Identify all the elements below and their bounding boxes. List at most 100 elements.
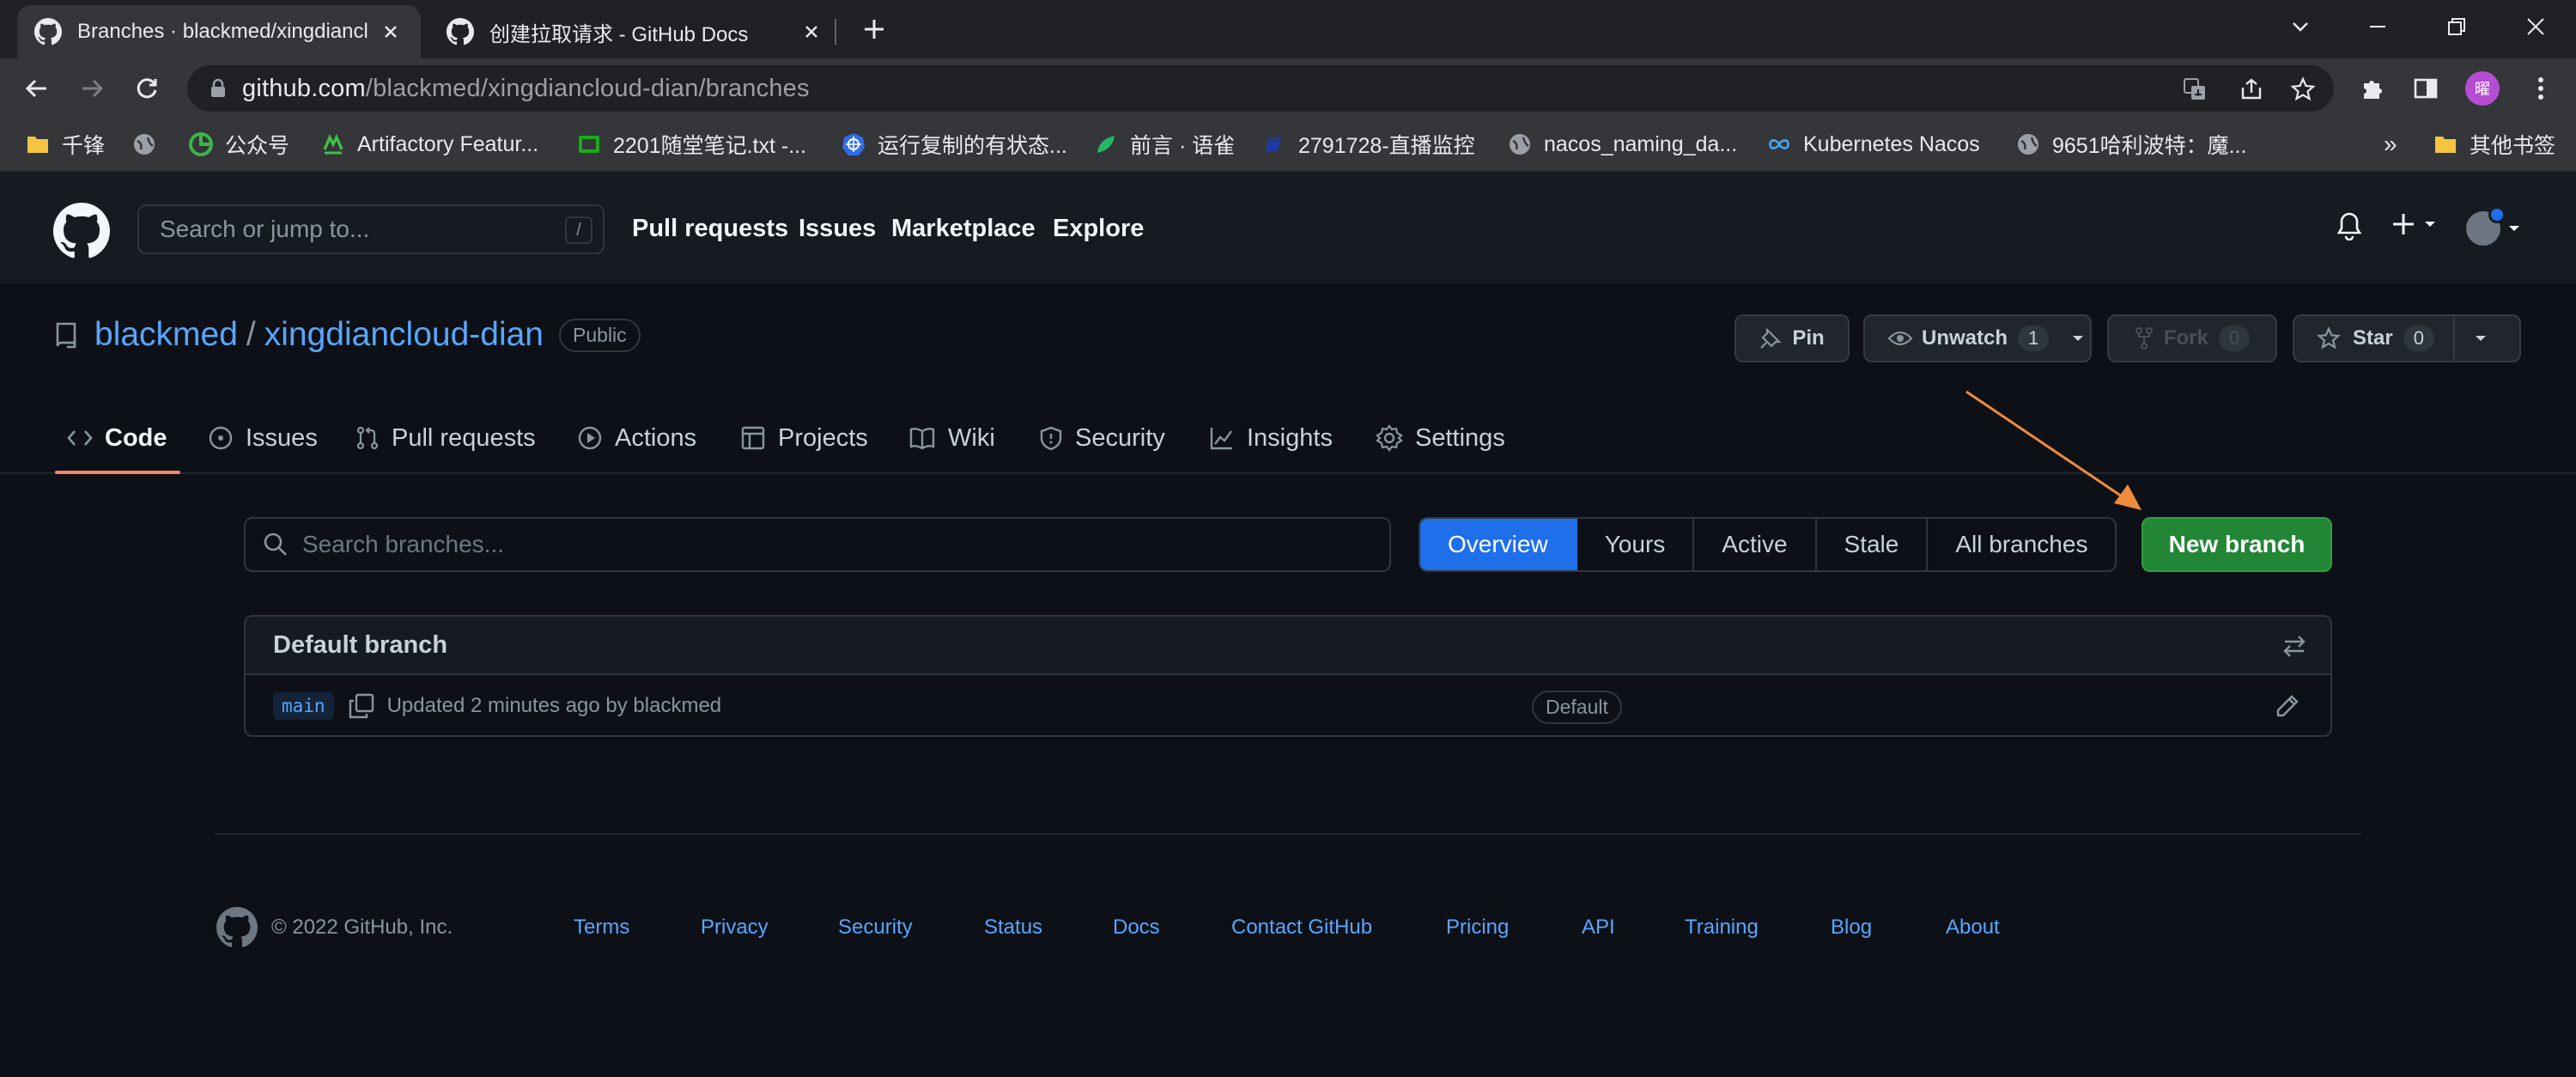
unwatch-main[interactable]: Unwatch 1 [1865, 316, 2068, 361]
branch-row: main Updated 2 minutes ago by blackmed D… [246, 675, 2330, 735]
new-tab-button[interactable] [857, 12, 891, 46]
footer-link-terms[interactable]: Terms [574, 916, 629, 940]
bookmark-label: Kubernetes Nacos [1803, 131, 1980, 156]
bookmark-qianfeng[interactable]: 千锋 [26, 127, 105, 161]
bookmark-gongzhonghao[interactable]: 公众号 [189, 127, 289, 161]
filter-active[interactable]: Active [1694, 519, 1817, 570]
tab-label: Security [1075, 423, 1165, 452]
bookmark-yuque[interactable]: 前言 · 语雀 [1094, 127, 1235, 161]
chevron-down-icon [2509, 226, 2519, 231]
bookmark-nacos-naming[interactable]: nacos_naming_da... [1508, 127, 1737, 161]
github-favicon-icon [447, 18, 474, 46]
browser-tab-github-docs[interactable]: 创建拉取请求 - GitHub Docs [429, 5, 841, 58]
branch-name-link[interactable]: main [273, 692, 334, 720]
nav-explore[interactable]: Explore [1053, 215, 1144, 243]
extensions-puzzle-icon[interactable] [2354, 70, 2391, 106]
tab-insights[interactable]: Insights [1209, 419, 1333, 457]
more-bookmarks-button[interactable]: » [2384, 127, 2397, 161]
graph-icon [1210, 428, 1232, 450]
tab-issues[interactable]: Issues [208, 419, 318, 457]
filter-all-branches[interactable]: All branches [1928, 519, 2115, 570]
nav-marketplace[interactable]: Marketplace [891, 215, 1036, 243]
footer-link-training[interactable]: Training [1685, 916, 1759, 940]
forward-arrow-icon[interactable] [72, 69, 112, 108]
create-new-plus-icon[interactable] [2391, 211, 2437, 237]
bookmark-label: 2791728-直播监控 [1298, 134, 1475, 158]
back-arrow-icon[interactable] [17, 69, 57, 108]
bookmark-note[interactable]: 2201随堂笔记.txt -... [577, 127, 806, 161]
notifications-bell-icon[interactable] [2336, 211, 2363, 240]
bookmark-globe[interactable] [132, 127, 168, 161]
repo-name-link[interactable]: xingdiancloud-dian [264, 316, 544, 354]
footer-link-api[interactable]: API [1582, 916, 1615, 940]
side-panel-icon[interactable] [2408, 70, 2444, 106]
filter-stale[interactable]: Stale [1817, 519, 1929, 570]
tab-title: Branches · blackmed/xingdiancloud-dian [77, 20, 368, 43]
footer-link-privacy[interactable]: Privacy [701, 916, 769, 940]
close-window-icon[interactable] [2514, 5, 2557, 48]
browser-menu-icon[interactable] [2523, 70, 2559, 106]
nav-pull-requests[interactable]: Pull requests [632, 215, 788, 243]
github-logo-icon[interactable] [53, 203, 110, 259]
close-tab-icon[interactable] [799, 19, 824, 45]
bookmark-star-icon[interactable] [2289, 76, 2317, 103]
restore-window-icon[interactable] [2435, 5, 2478, 48]
bookmark-label: 千锋 [62, 134, 106, 158]
branch-search-input[interactable]: Search branches... [244, 517, 1391, 572]
profile-avatar[interactable]: 曜 [2464, 70, 2500, 106]
pencil-icon[interactable] [2275, 694, 2300, 718]
tab-actions[interactable]: Actions [577, 419, 696, 457]
user-menu[interactable] [2466, 206, 2521, 246]
arrow-switch-icon[interactable] [2282, 634, 2306, 658]
footer-link-pricing[interactable]: Pricing [1446, 916, 1509, 940]
star-list-dropdown[interactable] [2455, 316, 2506, 361]
repo-owner-link[interactable]: blackmed [94, 316, 238, 354]
tab-pull-requests[interactable]: Pull requests [355, 419, 536, 457]
copy-icon[interactable] [348, 692, 375, 720]
fork-button[interactable]: Fork 0 [2107, 314, 2277, 362]
bookmark-other[interactable]: 其他书签 [2433, 127, 2555, 161]
nav-issues[interactable]: Issues [799, 215, 876, 243]
github-footer-logo-icon[interactable] [216, 907, 258, 948]
fork-icon [2135, 327, 2153, 350]
browser-tab-branches[interactable]: Branches · blackmed/xingdiancloud-dian [17, 5, 421, 58]
tab-security[interactable]: Security [1039, 419, 1165, 457]
github-favicon-icon [34, 18, 62, 46]
global-search-input[interactable]: Search or jump to... / [137, 204, 605, 254]
bookmark-harry-potter[interactable]: 9651哈利波特：魔... [2016, 127, 2246, 161]
tab-projects[interactable]: Projects [740, 419, 868, 457]
tab-settings[interactable]: Settings [1376, 419, 1505, 457]
tab-wiki[interactable]: Wiki [908, 419, 995, 457]
footer-link-about[interactable]: About [1946, 916, 2000, 940]
search-placeholder: Search or jump to... [160, 216, 370, 242]
bookmark-kubernetes-statefulset[interactable]: 运行复制的有状态... [841, 127, 1067, 161]
star-button[interactable]: Star 0 [2294, 316, 2453, 361]
minimize-window-icon[interactable] [2356, 5, 2399, 48]
infinity-icon [1767, 132, 1791, 156]
footer-link-security[interactable]: Security [838, 916, 913, 940]
pin-button[interactable]: Pin [1735, 314, 1850, 362]
new-branch-button[interactable]: New branch [2142, 517, 2332, 572]
live-icon [1262, 132, 1286, 156]
bookmark-label: Artifactory Featur... [357, 131, 539, 156]
footer-link-contact[interactable]: Contact GitHub [1231, 916, 1372, 940]
bookmark-live-monitor[interactable]: 2791728-直播监控 [1262, 127, 1475, 161]
footer-link-status[interactable]: Status [984, 916, 1042, 940]
bookmark-artifactory[interactable]: Artifactory Featur... [321, 127, 538, 161]
address-bar[interactable]: github.com/blackmed/xingdiancloud-dian/b… [187, 65, 2334, 112]
translate-icon[interactable] [2181, 76, 2208, 103]
lock-icon[interactable] [210, 78, 227, 99]
filter-overview[interactable]: Overview [1420, 519, 1577, 570]
footer-link-blog[interactable]: Blog [1831, 916, 1872, 940]
tab-search-icon[interactable] [2279, 5, 2322, 48]
star-count: 0 [2403, 326, 2434, 351]
filter-yours[interactable]: Yours [1577, 519, 1695, 570]
close-tab-icon[interactable] [378, 19, 404, 45]
share-icon[interactable] [2238, 76, 2265, 103]
tab-label: Settings [1415, 423, 1505, 452]
reload-icon[interactable] [127, 69, 167, 108]
tab-code[interactable]: Code [67, 419, 167, 457]
footer-link-docs[interactable]: Docs [1113, 916, 1160, 940]
bookmark-kubernetes-nacos[interactable]: Kubernetes Nacos [1767, 127, 1980, 161]
unwatch-button[interactable]: Unwatch 1 [1863, 314, 2092, 362]
